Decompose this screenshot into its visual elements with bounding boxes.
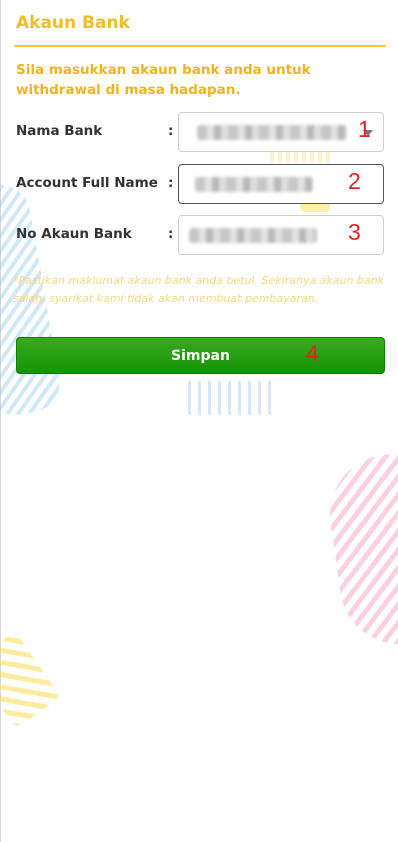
decorative-dots-blue xyxy=(188,381,272,415)
full-name-label: Account Full Name xyxy=(16,175,158,191)
blurred-input-value xyxy=(189,228,317,243)
colon: : xyxy=(168,226,174,242)
bank-name-select[interactable] xyxy=(178,112,384,152)
decorative-stripes-yellow xyxy=(0,631,61,729)
save-button[interactable]: Simpan xyxy=(16,337,385,374)
colon: : xyxy=(168,123,174,139)
annotation-marker-4: 4 xyxy=(306,340,319,366)
annotation-marker-3: 3 xyxy=(348,219,361,245)
annotation-marker-1: 1 xyxy=(358,116,371,142)
bank-name-label: Nama Bank xyxy=(16,123,103,139)
annotation-marker-2: 2 xyxy=(348,168,361,194)
instruction-text: Sila masukkan akaun bank anda untuk with… xyxy=(16,62,311,98)
blurred-select-value xyxy=(197,125,347,140)
decorative-stripes-pink xyxy=(322,448,398,652)
save-button-label: Simpan xyxy=(171,347,230,364)
blurred-input-value xyxy=(195,177,313,192)
page-title: Akaun Bank xyxy=(16,13,130,33)
colon: : xyxy=(168,175,174,191)
page-left-border xyxy=(0,0,1,842)
warning-note: *Pastikan maklumat akaun bank anda betul… xyxy=(13,274,385,305)
account-number-label: No Akaun Bank xyxy=(16,226,132,242)
title-divider xyxy=(14,45,386,47)
